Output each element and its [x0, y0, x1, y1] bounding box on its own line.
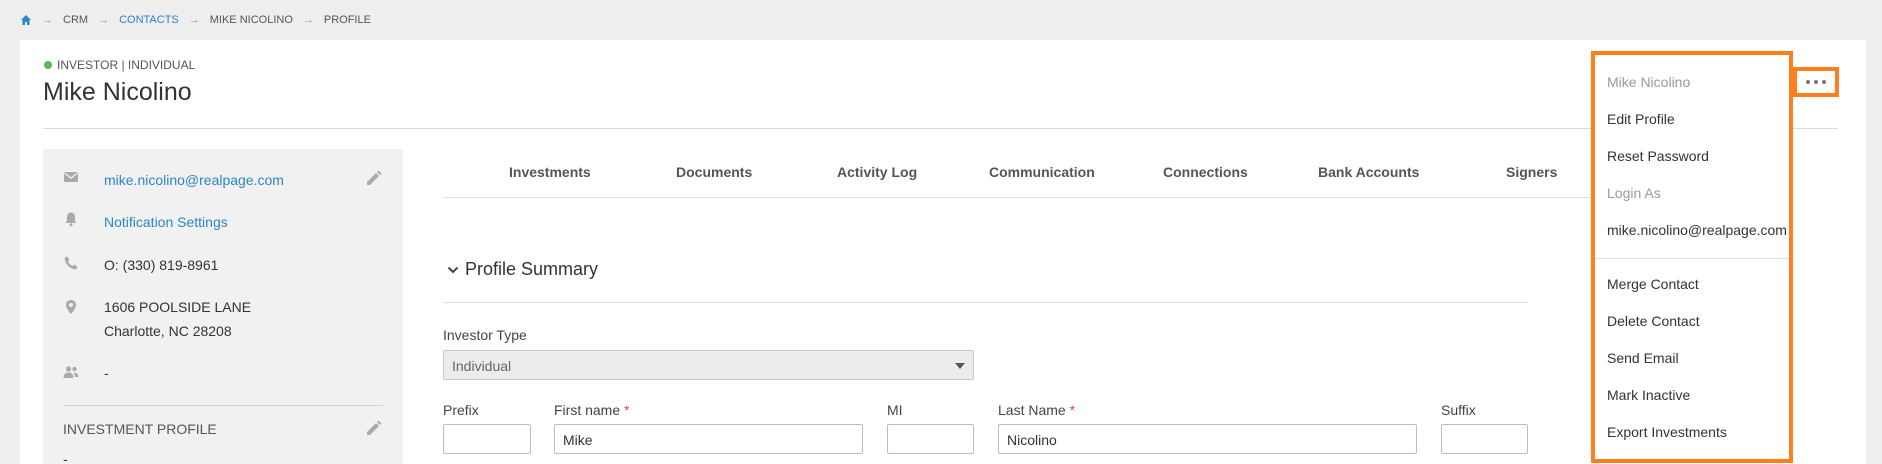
breadcrumb-separator-icon: →: [42, 14, 53, 26]
profile-summary-divider: [443, 302, 1528, 303]
profile-summary-title[interactable]: Profile Summary: [465, 259, 598, 280]
actions-dropdown-menu: Mike Nicolino Edit Profile Reset Passwor…: [1591, 51, 1793, 463]
investment-profile-heading: INVESTMENT PROFILE: [63, 421, 217, 437]
contact-phone: O: (330) 819-8961: [104, 257, 219, 273]
suffix-label: Suffix: [1441, 402, 1476, 418]
sidebar-divider: [63, 405, 383, 406]
prefix-label: Prefix: [443, 402, 479, 418]
investor-type-select[interactable]: Individual: [443, 350, 974, 380]
menu-header-contact-name: Mike Nicolino: [1607, 74, 1691, 90]
header-divider: [43, 128, 1838, 129]
status-badge: INVESTOR | INDIVIDUAL: [44, 58, 195, 72]
edit-pencil-icon[interactable]: [365, 169, 383, 187]
menu-item-reset-password[interactable]: Reset Password: [1607, 148, 1709, 164]
tab-investments[interactable]: Investments: [509, 164, 591, 180]
menu-item-edit-profile[interactable]: Edit Profile: [1607, 111, 1675, 127]
menu-item-mark-inactive[interactable]: Mark Inactive: [1607, 387, 1690, 403]
tab-bank-accounts[interactable]: Bank Accounts: [1318, 164, 1419, 180]
tab-signers[interactable]: Signers: [1506, 164, 1557, 180]
menu-item-login-as: Login As: [1607, 185, 1661, 201]
status-label: INVESTOR | INDIVIDUAL: [57, 58, 196, 72]
envelope-icon: [64, 172, 78, 182]
menu-item-merge-contact[interactable]: Merge Contact: [1607, 276, 1699, 292]
map-pin-icon: [66, 300, 76, 314]
menu-item-login-email[interactable]: mike.nicolino@realpage.com: [1607, 222, 1787, 238]
caret-down-icon: [955, 363, 965, 369]
first-name-input[interactable]: Mike: [554, 424, 863, 454]
ellipsis-icon: [1806, 80, 1810, 84]
address-line-1: 1606 POOLSIDE LANE: [104, 299, 252, 315]
contact-email-link[interactable]: mike.nicolino@realpage.com: [104, 168, 284, 192]
phone-icon: [64, 256, 78, 270]
contact-sidebar: mike.nicolino@realpage.com Notification …: [43, 149, 403, 464]
breadcrumb-crm[interactable]: CRM: [63, 14, 88, 26]
breadcrumb-separator-icon: →: [188, 14, 200, 26]
prefix-input[interactable]: [443, 424, 531, 454]
menu-item-send-email[interactable]: Send Email: [1607, 350, 1679, 366]
home-icon[interactable]: [20, 14, 32, 26]
first-name-label: First name *: [554, 402, 629, 418]
breadcrumb-contacts[interactable]: CONTACTS: [119, 14, 179, 26]
tab-activity-log[interactable]: Activity Log: [837, 164, 917, 180]
more-actions-button[interactable]: [1793, 67, 1839, 97]
menu-divider: [1595, 258, 1789, 259]
investment-profile-value: -: [63, 451, 68, 464]
tab-connections[interactable]: Connections: [1163, 164, 1248, 180]
tab-communication[interactable]: Communication: [989, 164, 1095, 180]
first-name-label-text: First name: [554, 402, 621, 418]
address-line-2: Charlotte, NC 28208: [104, 323, 232, 339]
edit-pencil-icon[interactable]: [365, 419, 383, 437]
menu-item-export-investments[interactable]: Export Investments: [1607, 424, 1727, 440]
required-marker: *: [1069, 402, 1076, 418]
breadcrumb-separator-icon: →: [98, 14, 110, 26]
breadcrumb-contact-name: MIKE NICOLINO: [209, 14, 293, 26]
breadcrumb: → CRM → CONTACTS → MIKE NICOLINO → PROFI…: [20, 13, 371, 27]
last-name-input[interactable]: Nicolino: [998, 424, 1417, 454]
last-name-label: Last Name *: [998, 402, 1075, 418]
suffix-input[interactable]: [1441, 424, 1528, 454]
tab-documents[interactable]: Documents: [676, 164, 752, 180]
investor-type-value: Individual: [452, 358, 512, 374]
investor-type-label: Investor Type: [443, 327, 527, 343]
ellipsis-icon: [1814, 80, 1818, 84]
breadcrumb-separator-icon: →: [302, 14, 314, 26]
contacts-icon: [63, 366, 79, 378]
bell-icon: [65, 212, 77, 227]
mi-input[interactable]: [887, 424, 974, 454]
status-dot-icon: [44, 61, 52, 69]
required-marker: *: [624, 402, 630, 418]
ellipsis-icon: [1822, 80, 1826, 84]
notification-settings-link[interactable]: Notification Settings: [104, 210, 228, 234]
breadcrumb-profile: PROFILE: [323, 14, 371, 26]
menu-item-delete-contact[interactable]: Delete Contact: [1607, 313, 1700, 329]
chevron-down-icon[interactable]: [446, 263, 460, 277]
mi-label: MI: [887, 402, 903, 418]
contact-extra-value: -: [104, 365, 109, 381]
last-name-label-text: Last Name: [998, 402, 1066, 418]
page-title: Mike Nicolino: [43, 78, 192, 106]
